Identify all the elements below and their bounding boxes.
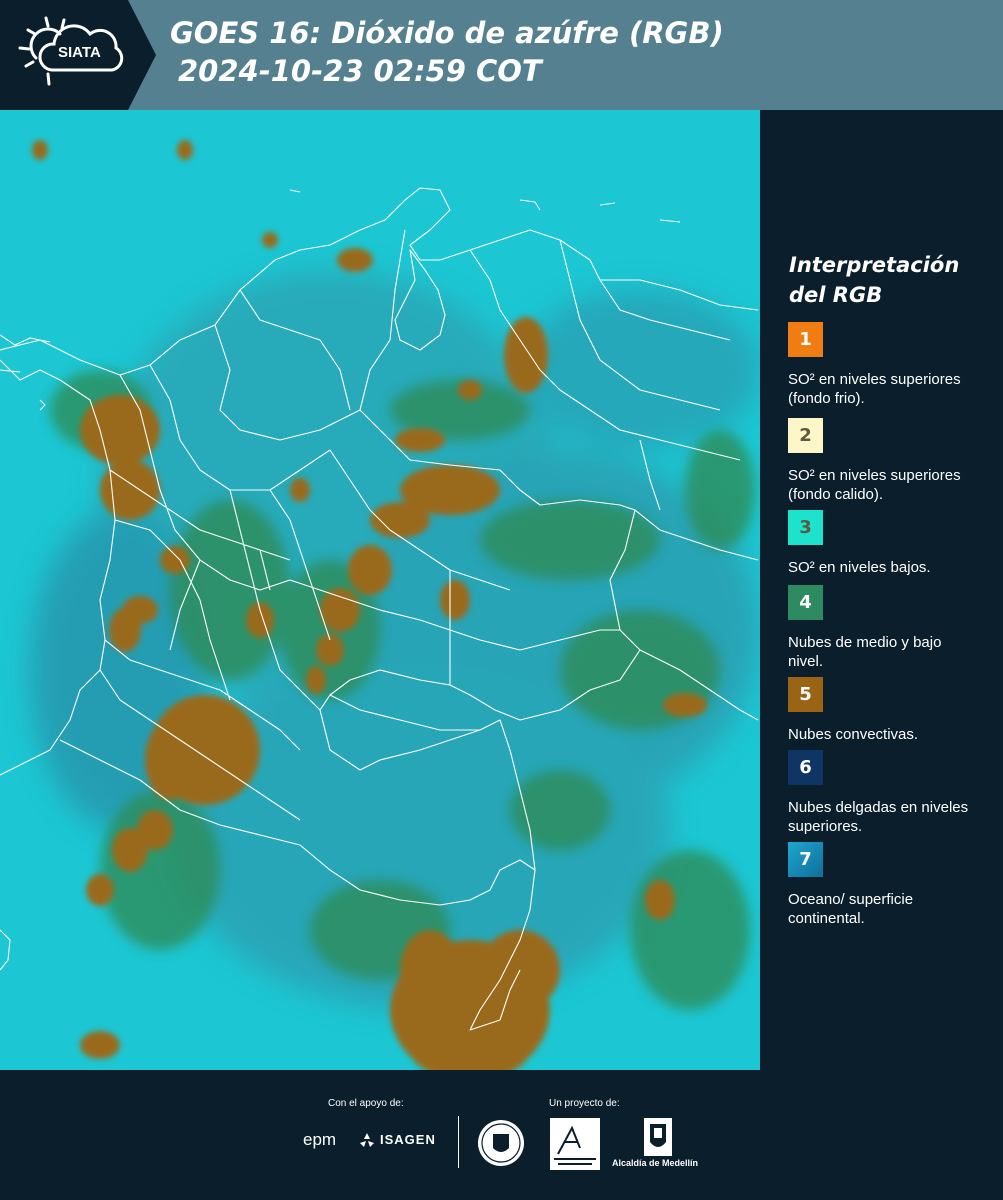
legend-text-1: SO² en niveles superiores (fondo frio). xyxy=(788,371,961,407)
legend-title: Interpretación del RGB xyxy=(789,253,960,307)
header-bar: SIATA GOES 16: Dióxido de azúfre (RGB) 2… xyxy=(0,0,1003,110)
legend-item-4: 4 Nubes de medio y bajo nivel. xyxy=(788,585,988,671)
legend-swatch-4: 4 xyxy=(788,585,823,620)
satellite-map xyxy=(0,110,760,1070)
legend-swatch-6: 6 xyxy=(788,750,823,785)
logo-text: SIATA xyxy=(58,44,101,61)
legend-item-3: 3 SO² en niveles bajos. xyxy=(788,510,988,577)
alcaldia-label: Alcaldía de Medellín xyxy=(612,1158,699,1168)
isagen-logo-icon xyxy=(360,1133,374,1147)
legend-text-2: SO² en niveles superiores (fondo calido)… xyxy=(788,467,961,503)
legend-swatch-2: 2 xyxy=(788,418,823,453)
medellin-seal-icon xyxy=(478,1120,524,1166)
legend-panel: Interpretación del RGB 1 SO² en niveles … xyxy=(760,110,1003,1070)
isagen-logo: ISAGEN xyxy=(380,1132,436,1147)
legend-text-5: Nubes convectivas. xyxy=(788,726,919,743)
alcaldia-crest-icon xyxy=(644,1118,672,1156)
legend-swatch-3: 3 xyxy=(788,510,823,545)
legend-item-2: 2 SO² en niveles superiores (fondo calid… xyxy=(788,418,988,504)
footer: Con el apoyo de: Un proyecto de: epm ISA… xyxy=(0,1070,1003,1200)
footer-divider xyxy=(458,1116,459,1168)
project-label: Un proyecto de: xyxy=(549,1098,620,1109)
legend-item-6: 6 Nubes delgadas en niveles superiores. xyxy=(788,750,988,836)
legend-text-6: Nubes delgadas en niveles superiores. xyxy=(788,799,969,835)
legend-item-1: 1 SO² en niveles superiores (fondo frio)… xyxy=(788,322,988,408)
legend-swatch-1: 1 xyxy=(788,322,823,357)
support-label: Con el apoyo de: xyxy=(328,1098,404,1109)
legend-item-5: 5 Nubes convectivas. xyxy=(788,677,988,744)
satellite-image xyxy=(0,110,760,1070)
legend-text-4: Nubes de medio y bajo nivel. xyxy=(788,634,942,670)
legend-swatch-5: 5 xyxy=(788,677,823,712)
epm-logo: epm xyxy=(303,1130,337,1149)
legend-text-7: Oceano/ superficie continental. xyxy=(788,891,914,927)
page-title: GOES 16: Dióxido de azúfre (RGB) xyxy=(170,16,724,50)
legend-swatch-7: 7 xyxy=(788,842,823,877)
area-metropolitana-logo-icon xyxy=(550,1118,600,1170)
legend-item-7: 7 Oceano/ superficie continental. xyxy=(788,842,988,928)
page-datetime: 2024-10-23 02:59 COT xyxy=(178,54,542,88)
legend-text-3: SO² en niveles bajos. xyxy=(788,559,931,576)
